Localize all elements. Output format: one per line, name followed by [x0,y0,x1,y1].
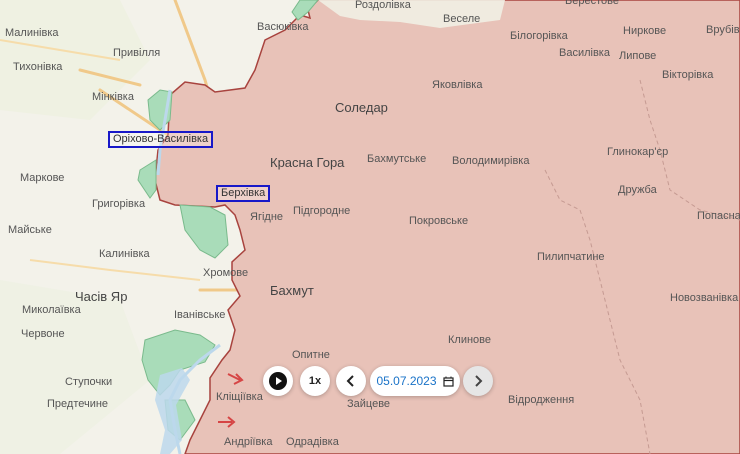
place-label-andriivka: Андріївка [224,436,273,448]
place-label-malynivka: Малинівка [5,27,59,39]
place-label-nyrkove: Ниркове [623,25,667,37]
place-label-tykhonivka: Тихонівка [13,61,63,73]
place-label-volodymyrivka: Володимирівка [452,155,530,167]
place-label-yakovlivka: Яковлівка [432,79,483,91]
highlight-orikhovo-vasylivka[interactable]: Оріхово-Василівка [108,131,214,148]
place-label-pokrovske: Покровське [409,215,469,227]
place-label-markove: Маркове [20,172,65,184]
place-label-mykolaivka: Миколаївка [22,304,81,316]
place-label-vidrodzhennia: Відродження [508,394,575,406]
next-date-button[interactable] [463,366,493,396]
place-label-vasylivka: Василівка [559,47,610,59]
place-label-khromove: Хромове [203,267,249,279]
speed-label: 1x [308,375,322,387]
place-label-pryvillia: Привілля [113,47,161,59]
place-label-kalynivka: Калинівка [99,248,150,260]
speed-button[interactable]: 1x [300,366,330,396]
place-label-hryhorivka: Григорівка [92,198,146,210]
place-label-bilohorivka: Білогорівка [510,30,568,42]
calendar-icon[interactable] [442,376,454,387]
place-label-odradivka: Одрадівка [286,436,339,448]
place-label-bakhmut: Бахмут [270,283,314,298]
place-label-krasna_hora: Красна Гора [270,155,345,170]
place-label-bakhmutske: Бахмутське [367,153,427,165]
place-label-druzhba: Дружба [618,184,657,196]
chevron-left-icon [346,375,354,387]
place-label-chervone: Червоне [21,328,65,340]
place-label-rozdolivka: Роздолівка [355,0,411,11]
place-label-vasiukivka: Васюківка [257,21,309,33]
place-label-maiske: Майське [8,224,52,236]
place-label-stupochky: Ступочки [65,376,113,388]
place-label-viktorivka: Вікторівка [662,69,714,81]
place-label-popasna: Попасна [697,210,740,222]
place-label-klishchiivka: Кліщіївка [216,391,263,403]
chevron-right-icon [475,375,483,387]
place-label-klynove: Клинове [448,334,492,346]
place-label-predtechyne: Предтечине [47,398,109,410]
place-label-zaitseve: Зайцеве [347,398,391,410]
place-label-opytne: Опитне [292,349,330,361]
place-label-chasiv_yar: Часів Яр [75,289,128,304]
place-label-yahidne: Ягідне [250,211,284,223]
place-label-minkivka: Мінківка [92,91,134,103]
place-label-novozvanivka: Новозванівка [670,292,739,304]
place-label-hlynokarier: Глинокар'єр [607,146,669,158]
place-label-berestove: Берестове [565,0,619,7]
place-label-soledar: Соледар [335,100,388,115]
place-label-pylypchatyne: Пилипчатине [537,251,605,263]
place-label-veselе: Веселе [443,13,481,25]
prev-date-button[interactable] [336,366,366,396]
date-value: 05.07.2023 [376,374,437,388]
place-label-vrubivka: Врубів [706,24,740,36]
play-icon [269,372,287,390]
place-label-lypove: Липове [619,50,657,62]
place-label-pidhorodne: Підгородне [293,205,351,217]
date-input[interactable]: 05.07.2023 [370,366,460,396]
place-label-ivanivske: Іванівське [174,309,226,321]
play-button[interactable] [263,366,293,396]
highlight-berkhivka[interactable]: Берхівка [216,185,271,202]
